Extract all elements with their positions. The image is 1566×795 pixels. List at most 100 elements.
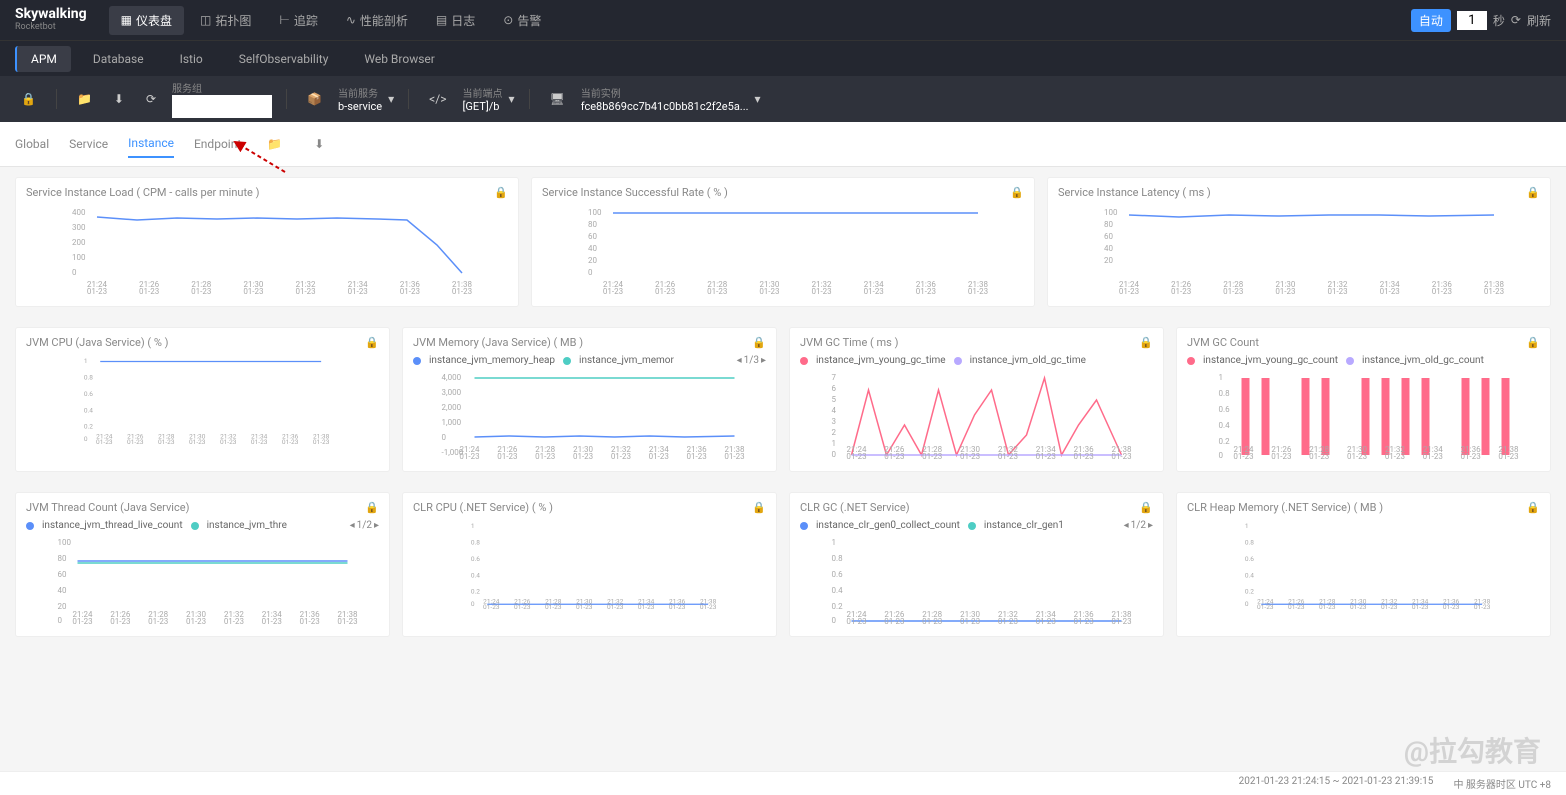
tab-service[interactable]: Service: [69, 131, 108, 157]
service-group-label: 服务组: [172, 80, 272, 95]
refresh-icon[interactable]: ⟳: [1511, 13, 1521, 27]
lock-icon[interactable]: 🔒: [1526, 336, 1540, 349]
svg-text:0.8: 0.8: [471, 539, 480, 547]
nav-profile[interactable]: ∿ 性能剖析: [334, 6, 420, 35]
subtab-self[interactable]: SelfObservability: [225, 46, 343, 72]
download-icon[interactable]: ⬇: [108, 88, 130, 110]
svg-text:01-23: 01-23: [1111, 452, 1131, 460]
tab-global[interactable]: Global: [15, 131, 49, 157]
svg-text:01-23: 01-23: [707, 287, 727, 295]
svg-text:0: 0: [832, 616, 837, 625]
time-range[interactable]: 2021-01-23 21:24:15 ~ 2021-01-23 21:39:1…: [1239, 776, 1434, 791]
card-clr-cpu: CLR CPU (.NET Service) ( % )🔒 10.80.60.4…: [402, 492, 777, 637]
svg-text:01-23: 01-23: [1474, 603, 1491, 610]
svg-text:0.6: 0.6: [84, 390, 93, 398]
nav-topology[interactable]: ◫ 拓扑图: [188, 6, 263, 35]
tab-endpoint[interactable]: Endpoint: [194, 131, 241, 157]
svg-text:0: 0: [588, 268, 593, 277]
reload-icon[interactable]: ⟳: [140, 88, 162, 110]
nav-dashboard[interactable]: ▦ 仪表盘: [109, 6, 184, 35]
lock-icon[interactable]: 🔒: [1139, 336, 1153, 349]
nav-alarm[interactable]: ⊙ 告警: [491, 6, 553, 35]
legend-1: instance_jvm_memory_heap: [429, 355, 555, 366]
svg-text:20: 20: [58, 602, 67, 611]
subtab-istio[interactable]: Istio: [166, 46, 217, 72]
tabbar: Global Service Instance Endpoint 📁 ⬇: [0, 122, 1566, 167]
svg-text:01-23: 01-23: [87, 287, 107, 295]
endpoint-selector[interactable]: 当前端点 [GET]/b ▾: [463, 85, 515, 113]
svg-text:01-23: 01-23: [313, 438, 330, 445]
chevron-down-icon[interactable]: ▾: [388, 92, 394, 106]
chevron-down-icon[interactable]: ▾: [509, 92, 515, 106]
svg-text:100: 100: [588, 208, 602, 217]
svg-text:01-23: 01-23: [649, 452, 669, 460]
card-title: JVM Thread Count (Java Service): [26, 501, 189, 514]
nav-profile-label: 性能剖析: [360, 12, 408, 29]
timezone: 中 服务器时区 UTC +8: [1453, 776, 1551, 791]
card-clr-heap: CLR Heap Memory (.NET Service) ( MB )🔒 1…: [1176, 492, 1551, 637]
card-title: Service Instance Latency ( ms ): [1058, 186, 1211, 199]
refresh-label[interactable]: 刷新: [1527, 12, 1551, 29]
instance-value: fce8b869cc7b41c0bb81c2f2e5a...: [581, 100, 749, 113]
svg-text:01-23: 01-23: [1381, 603, 1398, 610]
logo-main: Skywalking: [15, 7, 87, 22]
legend-pager[interactable]: ◂ 1/3 ▸: [737, 355, 766, 366]
chevron-down-icon[interactable]: ▾: [755, 92, 761, 106]
svg-text:0.2: 0.2: [832, 602, 844, 611]
svg-text:01-23: 01-23: [1432, 287, 1452, 295]
legend-1: instance_clr_gen0_collect_count: [816, 520, 960, 531]
add-tab-icon[interactable]: 📁: [261, 133, 288, 155]
lock-icon[interactable]: 🔒: [1526, 186, 1540, 199]
svg-text:0: 0: [442, 433, 447, 442]
svg-text:0.8: 0.8: [832, 554, 844, 563]
chart-row-3: JVM Thread Count (Java Service) 🔒 instanc…: [0, 482, 1566, 647]
svg-text:0.6: 0.6: [471, 555, 480, 563]
lock-icon[interactable]: 🔒: [752, 501, 766, 514]
auto-button[interactable]: 自动: [1411, 9, 1451, 32]
svg-text:01-23: 01-23: [669, 603, 686, 610]
lock-icon[interactable]: 🔒: [1139, 501, 1153, 514]
tab-instance[interactable]: Instance: [128, 130, 174, 158]
lock-icon[interactable]: 🔒: [1526, 501, 1540, 514]
svg-text:01-23: 01-23: [1036, 617, 1056, 625]
svg-text:01-23: 01-23: [1412, 603, 1429, 610]
legend-pager[interactable]: ◂ 1/2 ▸: [1124, 520, 1153, 531]
card-clr-gc: CLR GC (.NET Service)🔒 instance_clr_gen0…: [789, 492, 1164, 637]
svg-text:1: 1: [832, 538, 837, 547]
svg-text:01-23: 01-23: [1171, 287, 1191, 295]
nav-trace[interactable]: ⊢ 追踪: [267, 6, 329, 35]
lock-icon[interactable]: 🔒: [752, 336, 766, 349]
folder-icon[interactable]: 📁: [71, 88, 98, 110]
refresh-interval-input[interactable]: [1457, 11, 1487, 30]
svg-text:0: 0: [1219, 451, 1224, 460]
svg-text:01-23: 01-23: [1271, 452, 1291, 460]
lock-icon[interactable]: 🔒: [494, 186, 508, 199]
endpoint-value: [GET]/b: [463, 100, 503, 113]
export-icon[interactable]: ⬇: [308, 133, 330, 155]
lock-icon[interactable]: 🔒: [15, 88, 42, 110]
subtab-web[interactable]: Web Browser: [350, 46, 448, 72]
selector-bar: 🔒 📁 ⬇ ⟳ 服务组 📦 当前服务 b-service ▾ </> 当前端点 …: [0, 76, 1566, 122]
svg-text:01-23: 01-23: [1223, 287, 1243, 295]
lock-icon[interactable]: 🔒: [365, 501, 379, 514]
svg-text:01-23: 01-23: [1350, 603, 1367, 610]
service-group-input[interactable]: [172, 95, 272, 118]
svg-text:0.4: 0.4: [84, 406, 93, 414]
legend-pager[interactable]: ◂ 1/2 ▸: [350, 520, 379, 531]
svg-text:40: 40: [58, 586, 67, 595]
subtab-apm[interactable]: APM: [15, 46, 71, 72]
logo: Skywalking Rocketbot: [15, 7, 87, 32]
instance-selector[interactable]: 当前实例 fce8b869cc7b41c0bb81c2f2e5a... ▾: [581, 85, 761, 113]
service-selector[interactable]: 当前服务 b-service ▾: [338, 85, 394, 113]
svg-text:01-23: 01-23: [262, 617, 282, 625]
svg-text:0.2: 0.2: [84, 423, 93, 431]
service-group-selector[interactable]: 服务组: [172, 80, 272, 118]
nav-log[interactable]: ▤ 日志: [424, 6, 487, 35]
svg-text:0: 0: [832, 450, 837, 459]
lock-icon[interactable]: 🔒: [365, 336, 379, 349]
svg-text:01-23: 01-23: [724, 452, 744, 460]
svg-text:01-23: 01-23: [158, 438, 175, 445]
subtab-database[interactable]: Database: [79, 46, 158, 72]
lock-icon[interactable]: 🔒: [1010, 186, 1024, 199]
svg-text:400: 400: [72, 208, 86, 217]
